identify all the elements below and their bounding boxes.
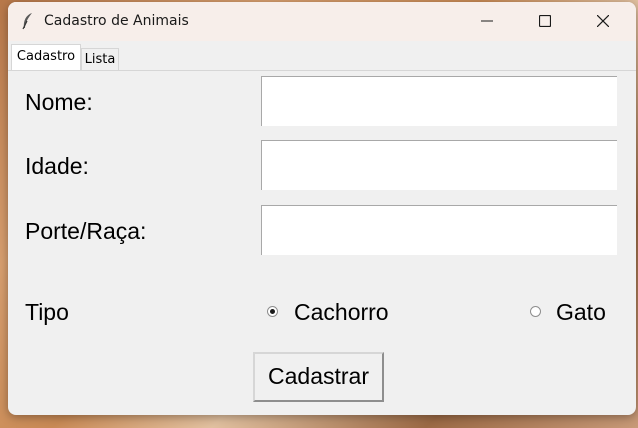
radio-gato[interactable] [530,306,541,317]
tab-lista[interactable]: Lista [81,48,119,70]
nome-label: Nome: [25,89,93,115]
tipo-label: Tipo [25,299,69,325]
window-title: Cadastro de Animais [44,13,189,29]
nome-input[interactable] [261,76,617,126]
close-icon [597,15,609,27]
tab-cadastro[interactable]: Cadastro [11,44,81,70]
tab-bar: Cadastro Lista [8,41,636,71]
app-window: Cadastro de Animais Cadastro Lista Nome:… [8,2,636,415]
minimize-icon [481,20,493,22]
close-button[interactable] [574,2,632,41]
maximize-icon [539,15,551,27]
radio-cachorro[interactable] [267,306,278,317]
feather-icon [22,13,32,30]
radio-cachorro-label[interactable]: Cachorro [294,299,389,326]
idade-input[interactable] [261,140,617,190]
cadastrar-button[interactable]: Cadastrar [253,352,384,402]
maximize-button[interactable] [516,2,574,41]
radio-gato-label[interactable]: Gato [556,299,606,326]
title-bar: Cadastro de Animais [8,2,636,41]
porte-raca-input[interactable] [261,205,617,255]
idade-label: Idade: [25,153,89,179]
radio-selected-dot-icon [270,309,275,314]
porte-raca-label: Porte/Raça: [25,218,147,244]
minimize-button[interactable] [458,2,516,41]
